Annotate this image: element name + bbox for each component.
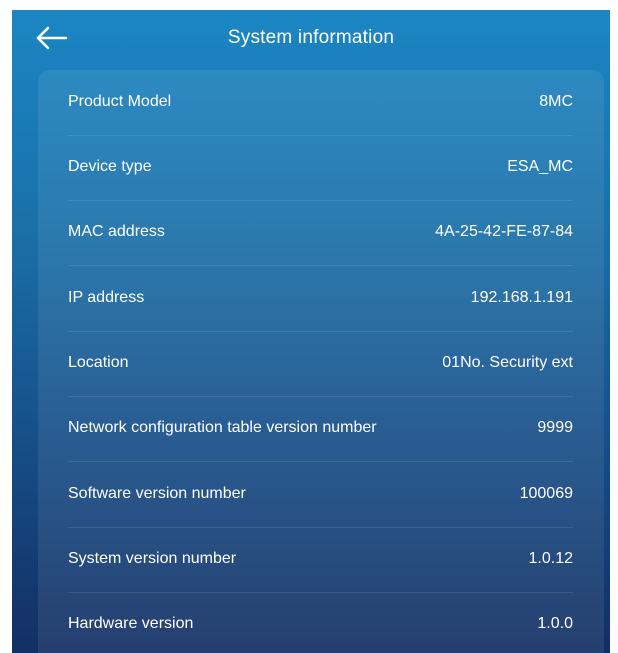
page-title: System information: [227, 27, 395, 48]
info-row-label: System version number: [68, 550, 237, 567]
info-row-device-type: Device type ESA_MC: [68, 135, 573, 201]
info-row-ip-address: IP address 192.168.1.191: [68, 266, 573, 332]
info-panel: Product Model 8MC Device type ESA_MC MAC…: [38, 70, 604, 653]
info-row-value: 192.168.1.191: [470, 289, 573, 306]
info-row-product-model: Product Model 8MC: [68, 70, 573, 136]
system-information-screen: System information Product Model 8MC Dev…: [12, 10, 610, 653]
info-row-network-config-version: Network configuration table version numb…: [68, 396, 573, 462]
info-row-value: 100069: [519, 485, 573, 502]
info-row-value: 1.0.12: [528, 550, 573, 567]
info-row-label: Network configuration table version numb…: [68, 419, 377, 436]
info-row-value: 1.0.0: [537, 615, 573, 632]
info-row-software-version: Software version number 100069: [68, 462, 573, 528]
info-row-hardware-version: Hardware version 1.0.0: [68, 592, 573, 653]
info-row-label: Product Model: [68, 93, 172, 110]
info-row-value: ESA_MC: [507, 158, 573, 175]
info-row-value: 4A-25-42-FE-87-84: [435, 223, 573, 240]
info-row-value: 01No. Security ext: [442, 354, 573, 371]
info-row-label: IP address: [68, 289, 145, 306]
info-row-label: Software version number: [68, 485, 246, 502]
info-row-label: Location: [68, 354, 129, 371]
info-row-system-version: System version number 1.0.12: [68, 527, 573, 593]
info-row-value: 9999: [537, 419, 573, 436]
info-row-mac-address: MAC address 4A-25-42-FE-87-84: [68, 200, 573, 266]
header-bar: System information: [12, 10, 610, 66]
info-row-value: 8MC: [539, 93, 573, 110]
info-row-label: Hardware version: [68, 615, 194, 632]
info-row-label: MAC address: [68, 223, 165, 240]
info-row-location: Location 01No. Security ext: [68, 331, 573, 397]
info-row-label: Device type: [68, 158, 152, 175]
